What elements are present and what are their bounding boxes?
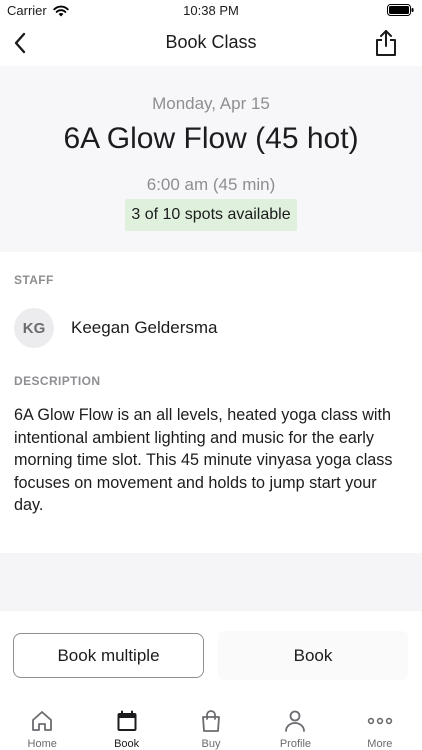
- tab-more[interactable]: More: [338, 700, 422, 750]
- tab-buy-label: Buy: [201, 738, 221, 750]
- staff-avatar: KG: [14, 308, 54, 348]
- nav-bar: Book Class: [0, 20, 422, 66]
- tab-book[interactable]: Book: [84, 700, 168, 750]
- home-icon: [32, 711, 53, 731]
- class-header: Monday, Apr 15 6A Glow Flow (45 hot) 6:0…: [0, 66, 422, 252]
- class-time: 6:00 am (45 min): [146, 175, 276, 194]
- tab-home[interactable]: Home: [0, 700, 84, 750]
- staff-row[interactable]: KG Keegan Geldersma: [14, 308, 217, 348]
- spots-available-badge: 3 of 10 spots available: [125, 199, 297, 231]
- tab-profile[interactable]: Profile: [253, 700, 337, 750]
- staff-section-label: STAFF: [14, 273, 54, 287]
- calendar-icon: [117, 710, 137, 731]
- book-button[interactable]: Book: [218, 631, 408, 680]
- tab-buy[interactable]: Buy: [169, 700, 253, 750]
- status-bar: Carrier 10:38 PM: [0, 0, 422, 20]
- more-dots-icon: [367, 717, 393, 725]
- shopping-bag-icon: [202, 710, 220, 732]
- tab-profile-label: Profile: [279, 738, 312, 750]
- staff-name: Keegan Geldersma: [71, 318, 218, 337]
- page-title: Book Class: [165, 32, 257, 52]
- tab-home-label: Home: [27, 738, 57, 750]
- spots-container: 3 of 10 spots available: [0, 199, 422, 231]
- share-button[interactable]: [372, 28, 400, 58]
- person-icon: [285, 710, 306, 732]
- tab-book-label: Book: [114, 738, 140, 750]
- tab-bar: Home Book Buy Profile More: [0, 700, 422, 750]
- share-icon: [376, 30, 396, 56]
- description-section-label: DESCRIPTION: [14, 374, 101, 388]
- class-name: 6A Glow Flow (45 hot): [63, 122, 359, 155]
- tab-more-label: More: [367, 738, 393, 750]
- class-date: Monday, Apr 15: [152, 94, 270, 113]
- description-text: 6A Glow Flow is an all levels, heated yo…: [14, 406, 393, 515]
- battery-icon: [387, 4, 414, 16]
- book-multiple-button[interactable]: Book multiple: [13, 633, 204, 678]
- section-divider: [0, 553, 422, 611]
- status-time: 10:38 PM: [183, 3, 239, 18]
